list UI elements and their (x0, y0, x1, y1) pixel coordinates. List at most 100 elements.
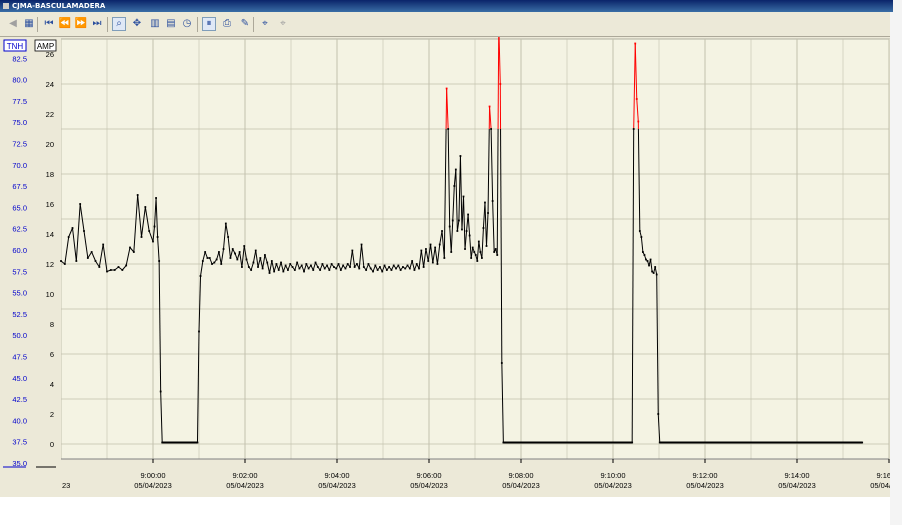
pens-icon[interactable]: ✎ (238, 17, 252, 31)
data-point (238, 251, 241, 253)
data-point (461, 228, 463, 231)
properties-icon[interactable]: ▦ (22, 17, 36, 31)
last-icon[interactable]: ⏭ (90, 17, 104, 31)
data-point (337, 263, 340, 265)
data-point (284, 264, 287, 267)
x-tick-time-label: 9:14:00 (784, 471, 809, 480)
data-point (465, 230, 468, 232)
data-point (201, 260, 204, 262)
data-point (462, 195, 465, 198)
data-point (261, 267, 264, 270)
data-point (264, 254, 266, 256)
data-point (434, 246, 437, 249)
amp-tick-label: 8 (50, 320, 54, 329)
data-point (654, 266, 657, 268)
clock-icon[interactable]: ◷ (180, 17, 194, 31)
data-point (303, 270, 305, 273)
data-point (266, 261, 269, 264)
data-point (494, 248, 497, 250)
data-point (411, 260, 414, 262)
data-point (156, 236, 159, 238)
data-point (206, 257, 209, 259)
data-point (500, 362, 503, 364)
data-point (431, 261, 434, 264)
data-point (637, 120, 640, 123)
data-point (632, 128, 635, 130)
data-point (94, 260, 97, 262)
data-point (273, 270, 276, 273)
tnh-tick-label: 37.5 (12, 438, 27, 447)
data-point (155, 197, 157, 199)
rewind-icon[interactable]: ⏪ (58, 17, 72, 31)
trend-chart: TNH AMP 35.0 37.5 40.0 42.5 45.0 47.5 50.0 52.5 55… (0, 23, 902, 499)
data-point (640, 236, 643, 238)
data-point (448, 225, 451, 228)
print-icon[interactable]: ⎙ (220, 17, 234, 31)
cursor-icon[interactable]: ⌖ (258, 17, 272, 31)
status-bar (0, 497, 890, 525)
data-point (346, 263, 349, 265)
tnh-axis-label: TNH (7, 42, 24, 51)
data-point (132, 251, 135, 253)
tnh-tick-label: 50.0 (12, 331, 27, 340)
zoom-icon[interactable]: ⌕ (112, 17, 126, 31)
x-tick-date-label: 05/04/2023 (318, 481, 356, 490)
first-icon[interactable]: ⏮ (42, 17, 56, 31)
data-point (307, 267, 310, 270)
amp-tick-label: 16 (46, 200, 54, 209)
pan-icon[interactable]: ✥ (130, 17, 144, 31)
data-point (485, 245, 488, 247)
scale-icon[interactable]: ▥ (148, 17, 162, 31)
data-point (470, 257, 473, 259)
data-point (152, 240, 154, 243)
data-point (83, 230, 85, 232)
data-point (326, 264, 328, 267)
data-point (310, 264, 312, 267)
data-point (635, 98, 638, 100)
data-point (491, 200, 494, 202)
x-tick-date-label: 05/04/2023 (870, 481, 890, 490)
data-point (86, 257, 89, 259)
data-point (454, 168, 457, 171)
grid-icon[interactable]: ▤ (164, 17, 178, 31)
data-point (63, 263, 66, 265)
data-point (402, 266, 404, 268)
data-point (488, 105, 491, 108)
data-point (339, 269, 342, 271)
data-point (459, 155, 462, 157)
data-point (443, 257, 446, 259)
data-point (418, 267, 420, 270)
data-point (499, 83, 502, 85)
x-tick-date-label: 05/04/2023 (686, 481, 724, 490)
data-point (252, 261, 255, 264)
tnh-tick-label: 75.0 (12, 118, 27, 127)
data-point (247, 266, 250, 268)
data-point (634, 42, 637, 45)
data-point (447, 128, 450, 130)
toolbar-separator (253, 17, 254, 32)
data-point (333, 266, 335, 268)
data-point (153, 225, 156, 228)
data-point (392, 264, 395, 267)
amp-tick-label: 4 (50, 380, 54, 389)
data-point (388, 266, 391, 268)
data-point (282, 270, 285, 273)
pause-icon[interactable]: ⏸ (202, 17, 216, 31)
data-point (245, 258, 248, 261)
forward-icon[interactable]: ⏩ (74, 17, 88, 31)
data-point (385, 269, 388, 271)
toolbar-separator (37, 17, 38, 32)
data-point (362, 266, 365, 268)
data-point (275, 263, 278, 265)
data-point (427, 260, 430, 262)
trend-toolbar: ◀ ▦ ⏮ ⏪ ⏩ ⏭ ⌕ ✥ ▥ ▤ ◷ ⏸ ⎙ ✎ ⌖ ⌖ (0, 12, 890, 37)
tnh-tick-label: 40.0 (12, 416, 27, 425)
trend-chart-svg: TNH AMP35.037.540.042.545.047.550.052.555… (0, 23, 902, 499)
data-point (234, 252, 236, 255)
data-point (98, 266, 101, 268)
data-point (344, 267, 347, 270)
data-point (360, 243, 363, 246)
data-point (438, 243, 441, 246)
data-point (321, 263, 324, 265)
data-point (473, 251, 476, 253)
